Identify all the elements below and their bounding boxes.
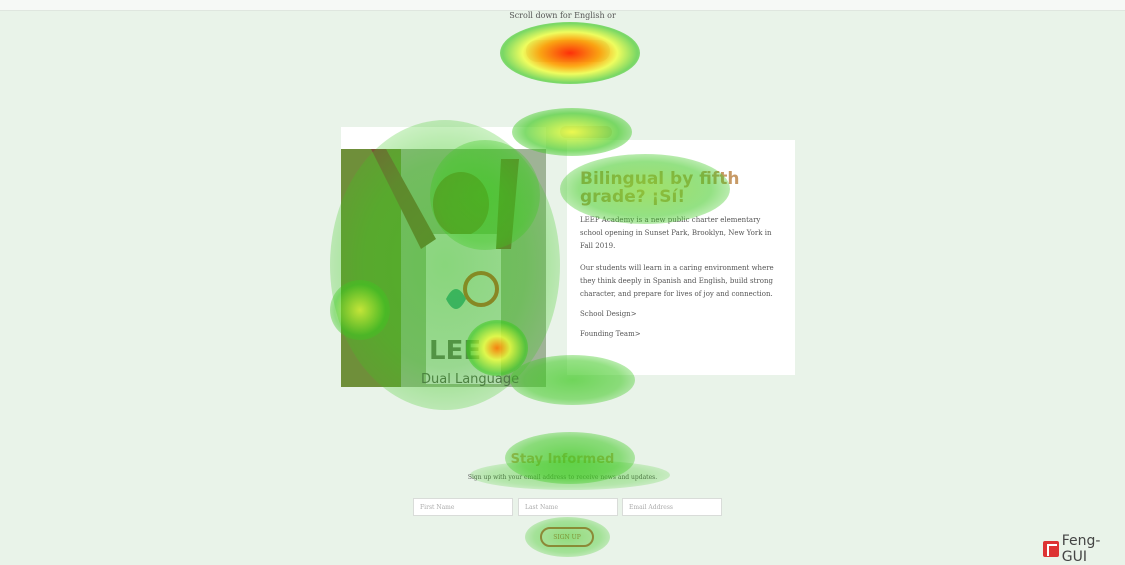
scroll-prompt: Scroll down for English or <box>509 11 616 20</box>
secondary-button[interactable] <box>560 126 612 138</box>
last-name-field[interactable]: Last Name <box>518 498 618 516</box>
hero-paragraph-2: Our students will learn in a caring envi… <box>580 264 774 298</box>
feng-gui-label: Feng-GUI <box>1061 533 1101 565</box>
child-photo-illustration: LEE Dual Language <box>341 149 546 387</box>
feng-gui-badge: Feng-GUI <box>1043 533 1125 565</box>
hero-paragraph-1: LEEP Academy is a new public charter ele… <box>580 216 772 250</box>
svg-text:LEE: LEE <box>429 336 481 366</box>
language-button[interactable] <box>526 40 610 62</box>
first-name-field[interactable]: First Name <box>413 498 513 516</box>
email-field[interactable]: Email Address <box>622 498 722 516</box>
feng-gui-logo-icon <box>1043 541 1059 557</box>
founding-team-link[interactable]: Founding Team> <box>580 330 641 338</box>
stay-informed-title: Stay Informed <box>510 452 615 467</box>
browser-top-bar <box>0 0 1125 11</box>
photo-caption: Dual Language <box>421 372 519 387</box>
hero-photo: LEE Dual Language <box>341 127 546 387</box>
hero-title: Bilingual by fifth grade? ¡Sí! <box>580 169 740 207</box>
stay-informed-subtitle: Sign up with your email address to recei… <box>467 474 658 481</box>
school-design-link[interactable]: School Design> <box>580 310 637 318</box>
sign-up-button[interactable]: SIGN UP <box>540 527 594 547</box>
